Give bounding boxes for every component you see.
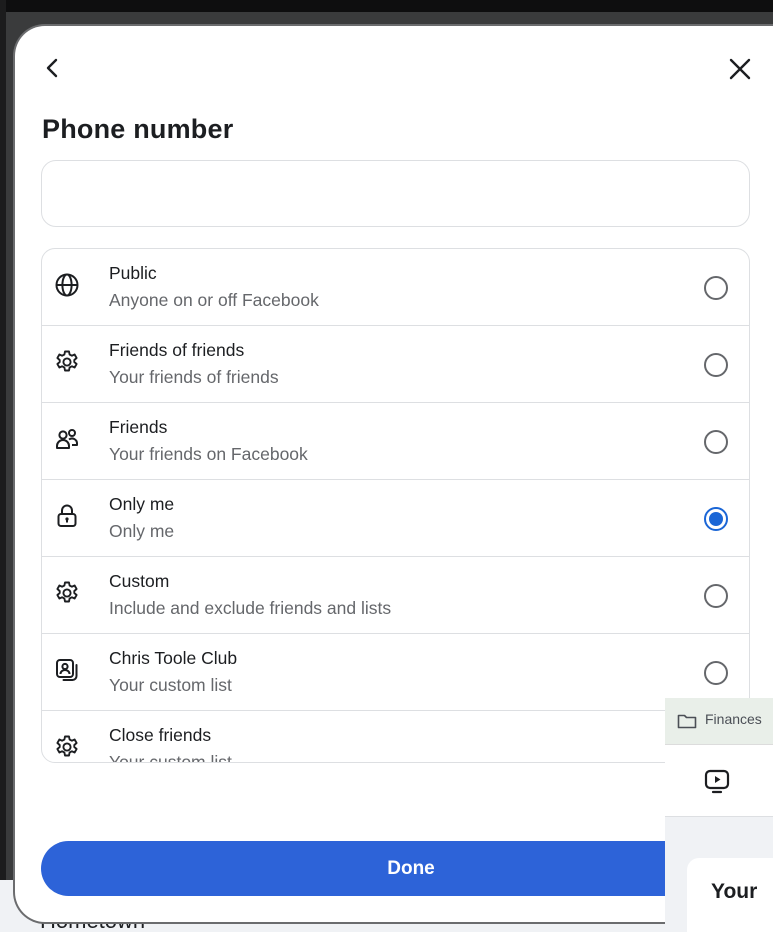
option-label: Chris Toole Club: [109, 648, 238, 668]
dialog-title: Phone number: [42, 114, 234, 144]
option-close-friends[interactable]: Close friends Your custom list: [42, 711, 749, 763]
radio-friends[interactable]: [704, 430, 728, 454]
side-card-title: Your: [711, 880, 758, 903]
radio-custom[interactable]: [704, 584, 728, 608]
radio-chris-toole-club[interactable]: [704, 661, 728, 685]
option-description: Include and exclude friends and lists: [109, 598, 392, 618]
side-panel: Finances Your: [665, 698, 773, 932]
audience-options-list: Public Anyone on or off Facebook Friends…: [41, 248, 750, 763]
option-label: Friends of friends: [109, 340, 245, 360]
option-label: Only me: [109, 494, 175, 514]
option-custom[interactable]: Custom Include and exclude friends and l…: [42, 557, 749, 634]
lock-icon: [57, 504, 77, 527]
gear-icon: [56, 735, 78, 757]
people-icon: [56, 429, 78, 449]
option-label: Public: [109, 263, 157, 283]
option-description: Anyone on or off Facebook: [109, 290, 319, 310]
window-edge-left: [0, 0, 6, 932]
gear-icon: [56, 350, 78, 372]
video-icon: [704, 769, 730, 794]
option-description: Your friends on Facebook: [109, 444, 308, 464]
radio-friends-of-friends[interactable]: [704, 353, 728, 377]
option-chris-toole-club[interactable]: Chris Toole Club Your custom list: [42, 634, 749, 711]
option-label: Close friends: [109, 725, 212, 745]
radio-only-me[interactable]: [704, 507, 728, 531]
option-label: Friends: [109, 417, 168, 437]
folder-label: Finances: [705, 711, 762, 727]
option-public[interactable]: Public Anyone on or off Facebook: [42, 249, 749, 326]
option-friends-of-friends[interactable]: Friends of friends Your friends of frien…: [42, 326, 749, 403]
window-edge-top: [0, 0, 773, 12]
close-button[interactable]: [727, 56, 753, 82]
folder-icon: [677, 714, 697, 729]
option-friends[interactable]: Friends Your friends on Facebook: [42, 403, 749, 480]
side-card: Your: [687, 858, 773, 932]
gear-icon: [56, 581, 78, 603]
chevron-left-icon: [46, 58, 58, 78]
option-description: Your custom list: [109, 675, 232, 695]
video-tab[interactable]: [665, 745, 773, 817]
option-label: Custom: [109, 571, 170, 591]
folder-finances[interactable]: Finances: [665, 698, 773, 745]
phone-number-input[interactable]: [41, 160, 750, 227]
back-button[interactable]: [41, 54, 65, 82]
done-button[interactable]: Done: [41, 841, 773, 896]
close-icon: [729, 58, 751, 80]
radio-public[interactable]: [704, 276, 728, 300]
option-description: Only me: [109, 521, 175, 541]
option-description: Your friends of friends: [109, 367, 279, 387]
audience-dialog: Phone number Public Anyone on or off Fac…: [15, 26, 773, 922]
option-description: Your custom list: [109, 752, 232, 763]
globe-icon: [55, 273, 79, 297]
option-only-me[interactable]: Only me Only me: [42, 480, 749, 557]
contact-list-icon: [56, 659, 78, 681]
